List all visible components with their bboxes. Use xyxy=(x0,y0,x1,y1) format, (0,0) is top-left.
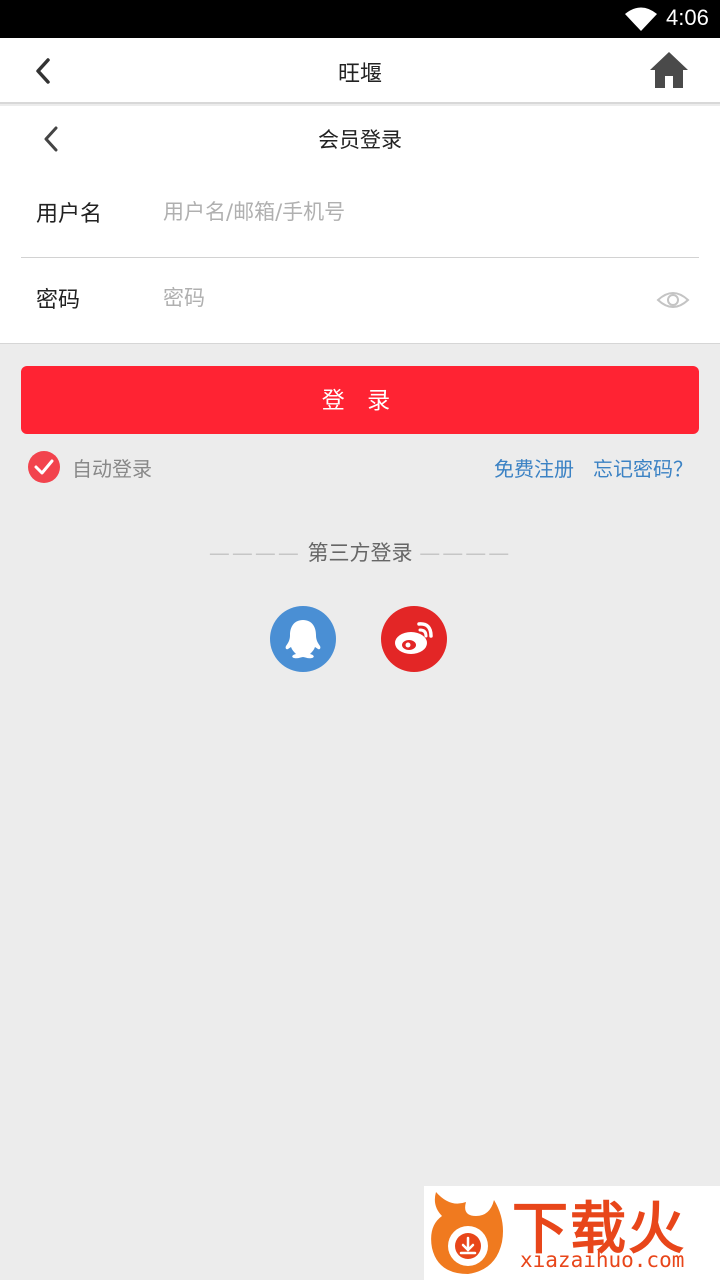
dash-right: ———— xyxy=(419,541,512,565)
third-party-title: 第三方登录 xyxy=(307,541,413,565)
status-bar: 4:06 xyxy=(0,0,720,38)
username-label: 用户名 xyxy=(36,202,103,227)
field-divider xyxy=(21,257,699,258)
watermark: 下载火 xiazaihuo.com xyxy=(424,1186,720,1280)
weibo-login-button[interactable] xyxy=(381,606,447,672)
password-label: 密码 xyxy=(36,288,81,313)
status-time: 4:06 xyxy=(666,5,709,30)
watermark-domain: xiazaihuo.com xyxy=(520,1248,685,1272)
login-form: 会员登录 用户名 密码 xyxy=(0,106,720,344)
register-link[interactable]: 免费注册 xyxy=(494,453,574,482)
fire-logo-icon xyxy=(431,1192,503,1274)
home-icon[interactable] xyxy=(648,50,690,90)
username-input[interactable] xyxy=(163,192,643,232)
eye-icon[interactable] xyxy=(656,287,690,313)
weibo-icon xyxy=(395,622,433,654)
app-header: 旺堰 xyxy=(0,38,720,104)
third-party-section: ———— 第三方登录 ———— xyxy=(0,537,720,567)
password-input[interactable] xyxy=(163,278,633,318)
forgot-password-link[interactable]: 忘记密码？ xyxy=(593,453,693,482)
auto-login-label: 自动登录 xyxy=(72,457,152,481)
form-title: 会员登录 xyxy=(318,128,402,152)
qq-icon xyxy=(285,620,321,659)
qq-login-button[interactable] xyxy=(270,606,336,672)
wifi-icon xyxy=(625,7,657,31)
login-button[interactable]: 登 录 xyxy=(21,366,699,434)
page-title: 旺堰 xyxy=(337,62,382,87)
dash-left: ———— xyxy=(208,541,301,565)
checkbox-checked-icon[interactable] xyxy=(28,451,60,483)
